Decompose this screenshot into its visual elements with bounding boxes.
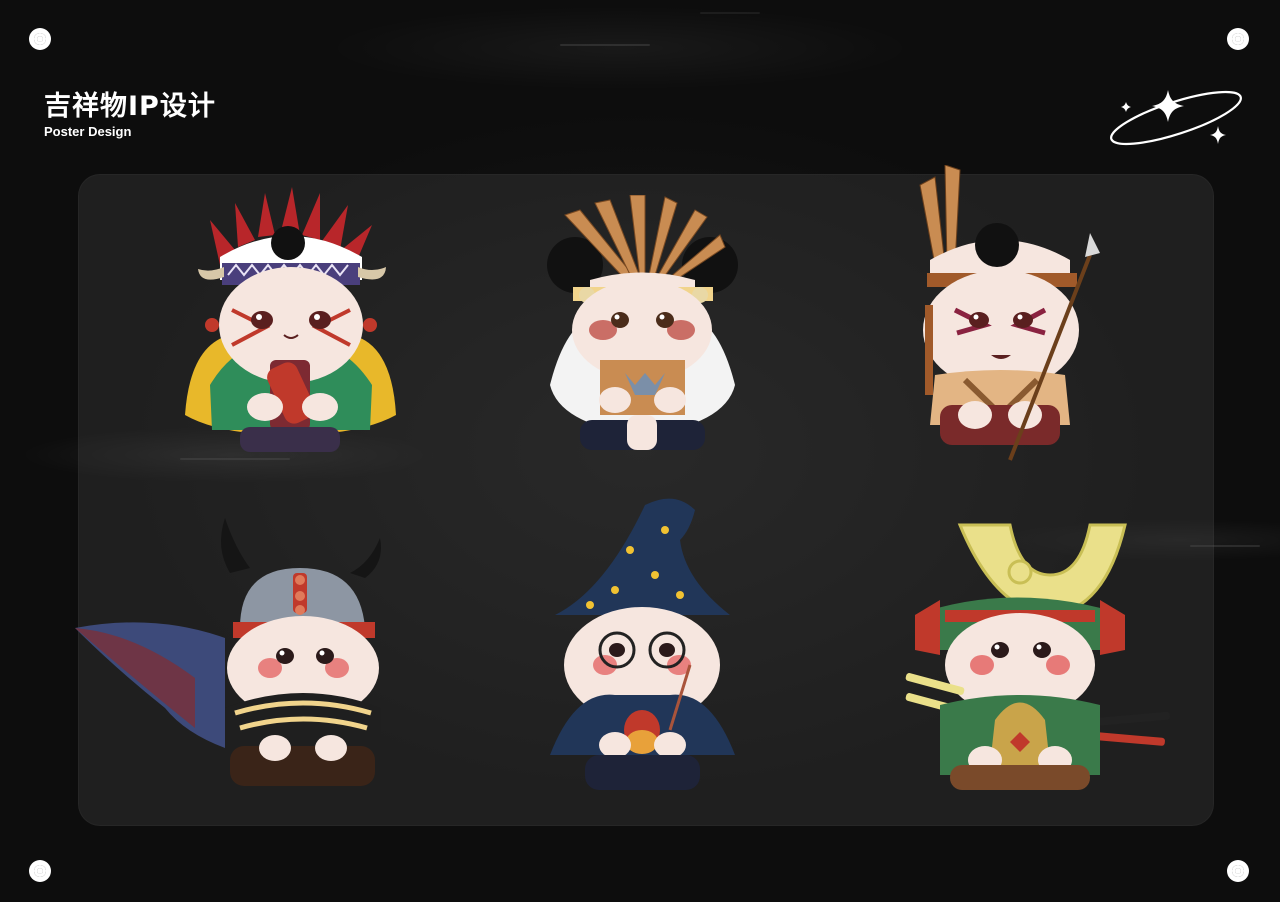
scratch-mark bbox=[560, 44, 650, 46]
rivet-icon bbox=[1227, 860, 1249, 882]
mascot-samurai bbox=[905, 523, 1170, 790]
mascot-viking bbox=[75, 518, 381, 786]
sparkle-orbit-icon bbox=[1110, 90, 1242, 146]
rivet-icon bbox=[29, 860, 51, 882]
mascot-spear-warrior bbox=[919, 165, 1100, 461]
rivet-icon bbox=[29, 28, 51, 50]
page-title: 吉祥物IP设计 bbox=[44, 91, 216, 122]
page-subtitle: Poster Design bbox=[44, 124, 132, 139]
scratch-mark bbox=[700, 12, 760, 14]
mascot-wizard bbox=[550, 498, 735, 790]
mascot-tribal-drummer bbox=[185, 187, 396, 452]
mascot-feather-chief bbox=[547, 195, 738, 450]
rivet-icon bbox=[1227, 28, 1249, 50]
